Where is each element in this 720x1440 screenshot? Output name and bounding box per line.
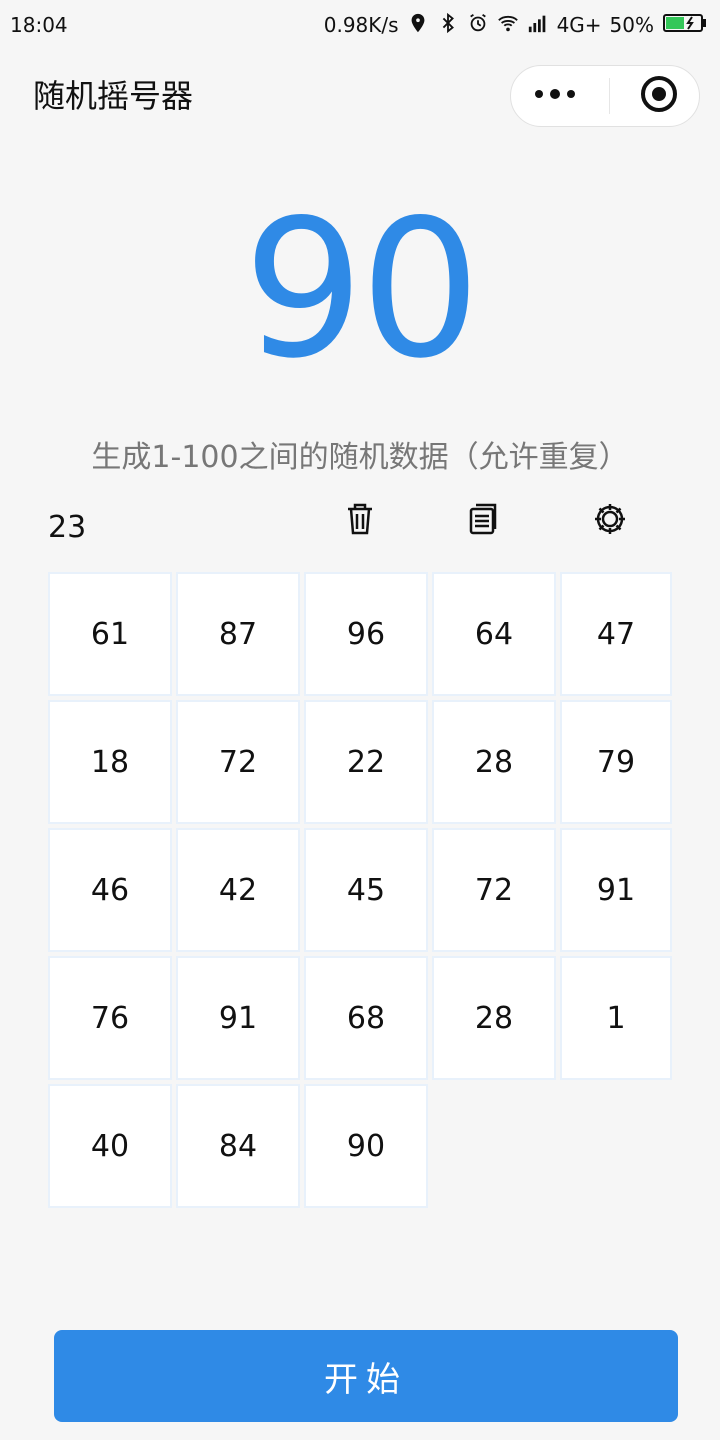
- history-cell: 40: [48, 1084, 172, 1208]
- battery-percent: 50%: [609, 13, 654, 37]
- result-number: 90: [243, 179, 481, 400]
- history-cell: 68: [304, 956, 428, 1080]
- history-cell: 91: [560, 828, 672, 952]
- status-right: 0.98K/s 4G+ 50%: [324, 11, 710, 40]
- capsule-divider: [608, 78, 610, 114]
- delete-button[interactable]: [339, 500, 381, 542]
- copy-button[interactable]: [462, 500, 504, 542]
- history-cell: 96: [304, 572, 428, 696]
- history-cell: 90: [304, 1084, 428, 1208]
- status-time: 18:04: [10, 13, 68, 37]
- range-description: 生成1-100之间的随机数据（允许重复）: [91, 440, 629, 475]
- battery-icon: [662, 11, 710, 40]
- network-speed: 0.98K/s: [323, 13, 399, 37]
- history-cell: 45: [304, 828, 428, 952]
- history-grid: 61 87 96 64 47 18 72 22 28 79 46 42 45 7…: [48, 572, 672, 1212]
- history-cell: 18: [48, 700, 172, 824]
- page-title: 随机摇号器: [33, 77, 194, 115]
- more-dots-icon[interactable]: [531, 84, 579, 108]
- bluetooth-icon: [437, 12, 459, 39]
- settings-button[interactable]: [589, 500, 631, 542]
- mini-program-capsule: [510, 65, 700, 127]
- history-cell: 72: [176, 700, 300, 824]
- history-cell: 1: [560, 956, 672, 1080]
- history-cell: 84: [176, 1084, 300, 1208]
- location-icon: [407, 12, 429, 39]
- trash-icon: [340, 499, 380, 543]
- history-cell: 46: [48, 828, 172, 952]
- network-type: 4G+: [556, 13, 602, 37]
- start-button[interactable]: 开始: [54, 1330, 678, 1422]
- history-cell: 28: [432, 956, 556, 1080]
- result-count: 23: [48, 510, 87, 545]
- status-bar: 18:04 0.98K/s 4G+ 50%: [0, 0, 720, 50]
- history-cell: 42: [176, 828, 300, 952]
- history-cell: 22: [304, 700, 428, 824]
- wifi-icon: [497, 12, 519, 39]
- app-header: 随机摇号器: [0, 60, 720, 135]
- alarm-icon: [467, 12, 489, 39]
- target-icon[interactable]: [639, 74, 679, 118]
- history-cell: 87: [176, 572, 300, 696]
- copy-icon: [463, 499, 503, 543]
- history-cell: 76: [48, 956, 172, 1080]
- history-cell: 79: [560, 700, 672, 824]
- gear-icon: [590, 499, 630, 543]
- history-cell: 28: [432, 700, 556, 824]
- history-cell: 72: [432, 828, 556, 952]
- history-cell: 61: [48, 572, 172, 696]
- history-cell: 64: [432, 572, 556, 696]
- signal-icon: [527, 12, 549, 39]
- history-cell: 47: [560, 572, 672, 696]
- history-cell: 91: [176, 956, 300, 1080]
